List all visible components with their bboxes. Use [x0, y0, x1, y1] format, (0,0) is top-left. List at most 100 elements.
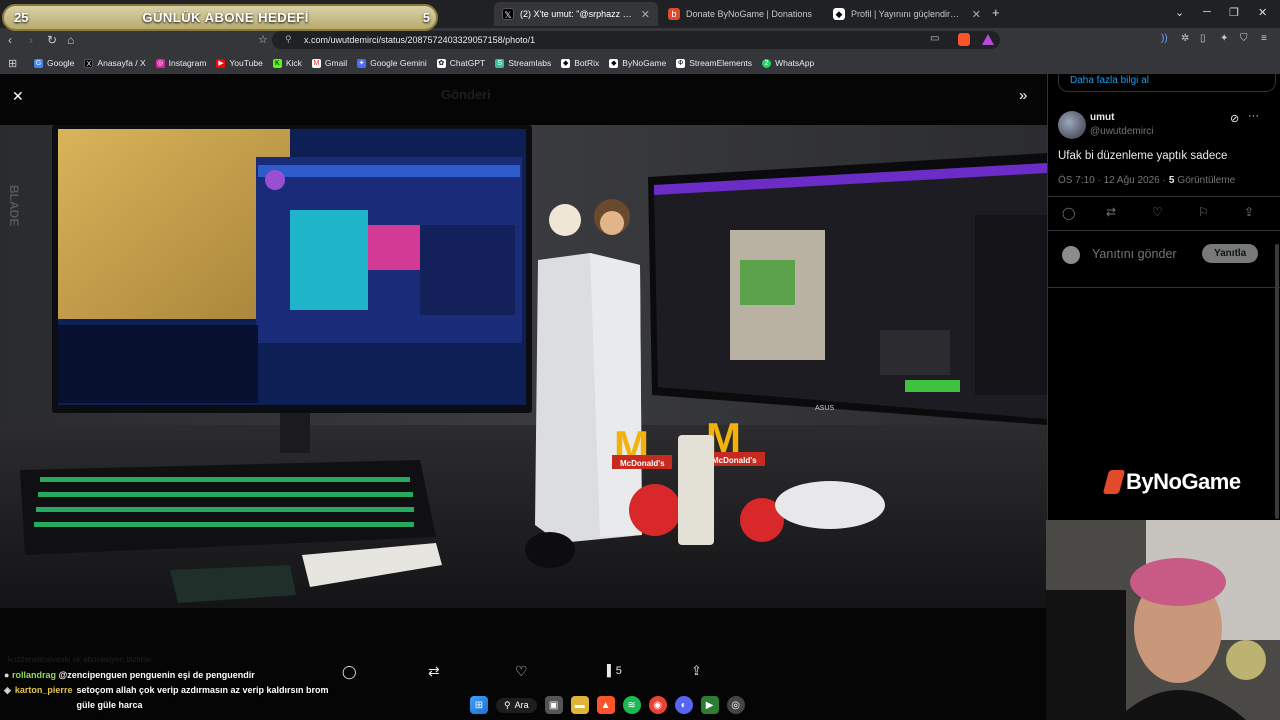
bookmark-streamlabs[interactable]: S Streamlabs	[495, 58, 551, 68]
search-icon: ⚲	[504, 699, 511, 710]
mcdonalds-sign-2-text: McDonald's	[712, 456, 757, 465]
panel-like-icon[interactable]: ♡	[1152, 205, 1163, 219]
author-name[interactable]: umut	[1090, 112, 1114, 123]
right-monitor-brand: ASUS	[815, 405, 834, 412]
mcdonalds-sign-1-text: McDonald's	[620, 459, 665, 468]
brave-shield-icon[interactable]	[958, 33, 970, 46]
new-tab-plus-icon[interactable]: +	[992, 5, 1000, 20]
bynogame-logo-text: ByNoGame	[1126, 469, 1241, 494]
panel-retweet-icon[interactable]: ⇄	[1106, 205, 1116, 219]
taskbar-search[interactable]: ⚲ Ara	[496, 697, 537, 713]
search-label: Ara	[514, 700, 529, 710]
expand-panel-icon[interactable]: »	[1019, 87, 1027, 104]
bookmark-instagram[interactable]: ◎ Instagram	[155, 58, 206, 68]
tab-x-post[interactable]: 𝕏 (2) X'te umut: "@srphazz @setoi ✕	[494, 2, 658, 26]
panel-share-icon[interactable]: ⇪	[1244, 205, 1254, 219]
url-text: x.com/uwutdemirci/status/208757240332905…	[304, 35, 536, 45]
minimize-icon[interactable]: ─	[1203, 6, 1211, 18]
panel-bookmark-icon[interactable]: ⚐	[1198, 205, 1209, 219]
bar-chart-icon: ▐	[603, 665, 611, 677]
author-handle[interactable]: @uwutdemirci	[1090, 126, 1154, 137]
close-viewer-icon[interactable]: ✕	[12, 88, 24, 105]
chat-text: @zencipenguen penguenin eşi de penguendi…	[58, 670, 255, 680]
tab-bynogame-donations[interactable]: b Donate ByNoGame | Donations	[660, 2, 824, 26]
grok-icon[interactable]: ⊘	[1230, 112, 1239, 125]
task-view-icon[interactable]: ▣	[544, 696, 563, 714]
webcam-feed	[1046, 520, 1280, 720]
bookmark-streamelements[interactable]: Ф StreamElements	[676, 58, 752, 68]
bookmark-botrix[interactable]: ◆ BotRix	[561, 58, 599, 68]
menu-icon[interactable]: ≡	[1261, 33, 1267, 44]
leo-ai-icon[interactable]: ✦	[1220, 33, 1228, 44]
windows-start-icon[interactable]: ⊞	[470, 696, 488, 714]
chrome-icon[interactable]: ◉	[648, 696, 667, 714]
tweet-views-label: Görüntüleme	[1177, 175, 1236, 186]
forward-icon[interactable]: ›	[29, 33, 33, 47]
faded-post-title: Gönderi	[441, 87, 491, 102]
brave-rewards-icon[interactable]	[982, 34, 994, 45]
x-logo-icon: X	[84, 58, 94, 68]
maximize-icon[interactable]: ❐	[1229, 6, 1239, 19]
tab-title: Donate ByNoGame | Donations	[686, 9, 812, 19]
views-stat[interactable]: ▐ 5	[603, 665, 622, 677]
file-explorer-icon[interactable]: ▬	[570, 696, 589, 714]
close-tab-icon[interactable]: ✕	[972, 8, 981, 21]
extensions-icon[interactable]: ✲	[1181, 33, 1189, 44]
botrix-icon: ◆	[561, 58, 571, 68]
bookmark-star-icon[interactable]: ☆	[258, 33, 268, 46]
bookmark-whatsapp[interactable]: 2 WhatsApp	[762, 58, 814, 68]
diamond-favicon-icon: ◆	[833, 8, 845, 20]
bookmark-chatgpt[interactable]: ✿ ChatGPT	[436, 58, 485, 68]
more-info-link[interactable]: Daha fazla bilgi al	[1070, 75, 1149, 86]
home-icon[interactable]: ⌂	[67, 33, 74, 47]
bookmark-gmail[interactable]: M Gmail	[311, 58, 347, 68]
reply-button[interactable]: Yanıtla	[1202, 244, 1259, 263]
panel-reply-icon[interactable]: ◯	[1062, 206, 1075, 220]
more-options-icon[interactable]: ···	[1248, 110, 1259, 122]
close-tab-icon[interactable]: ✕	[641, 8, 650, 21]
kick-icon: K	[272, 58, 282, 68]
tweet-panel: Daha fazla bilgi al umut @uwutdemirci ⊘ …	[1047, 70, 1280, 520]
streaming-app-icon[interactable]: ▶	[700, 696, 719, 714]
cast-icon[interactable]: ▭	[930, 33, 939, 44]
back-icon[interactable]: ‹	[8, 33, 12, 47]
bookmark-gemini[interactable]: ✦ Google Gemini	[357, 58, 427, 68]
tweet-time[interactable]: ÖS 7:10 · 12 Ağu 2026 ·	[1058, 175, 1166, 186]
right-monitor	[648, 153, 1047, 425]
webcam-overlay	[1046, 520, 1280, 720]
bookmark-kick[interactable]: K Kick	[272, 58, 302, 68]
tweet-meta: ÖS 7:10 · 12 Ağu 2026 · 5 Görüntüleme	[1058, 175, 1235, 186]
bookmark-bynogame[interactable]: ◆ ByNoGame	[609, 58, 666, 68]
reply-icon[interactable]: ◯	[342, 664, 357, 680]
chat-username: karton_pierre	[14, 685, 73, 695]
left-monitor-brand: BLADE	[7, 185, 21, 226]
like-icon[interactable]: ♡	[515, 663, 528, 680]
spotify-icon[interactable]: ≋	[622, 696, 641, 714]
reply-input[interactable]: Yanıtını gönder	[1092, 247, 1177, 261]
scrollbar[interactable]	[1275, 244, 1279, 519]
sidebar-icon[interactable]: ▯	[1200, 33, 1206, 44]
audio-playing-icon[interactable]: ))	[1161, 33, 1168, 44]
tab-search-chevron-icon[interactable]: ⌄	[1175, 6, 1184, 19]
post-photo[interactable]: M M McDonald's McDonald's BLADE ASUS	[0, 125, 1047, 608]
tab-profile[interactable]: ◆ Profil | Yayınını güçlendirmek için en…	[825, 2, 989, 26]
site-info-icon[interactable]: ⚲	[285, 34, 292, 45]
author-avatar[interactable]	[1058, 111, 1086, 139]
retweet-icon[interactable]: ⇄	[428, 663, 440, 680]
brave-browser-icon[interactable]: ▲	[596, 696, 615, 714]
share-icon[interactable]: ⇪	[691, 663, 702, 679]
discord-icon[interactable]: ◐	[674, 696, 693, 714]
reload-icon[interactable]: ↻	[47, 33, 57, 47]
goal-title: GÜNLÜK ABONE HEDEFİ	[142, 10, 309, 25]
bookmark-x[interactable]: X Anasayfa / X	[84, 58, 146, 68]
desk-setup-photo: M M McDonald's McDonald's BLADE ASUS	[0, 125, 1047, 608]
bookmark-youtube[interactable]: ▶ YouTube	[216, 58, 263, 68]
bookmark-google[interactable]: G Google	[34, 58, 74, 68]
vpn-icon[interactable]: ⛉	[1240, 33, 1248, 44]
close-window-icon[interactable]: ✕	[1258, 6, 1267, 19]
divider	[1048, 230, 1280, 231]
address-bar[interactable]: ⚲ x.com/uwutdemirci/status/2087572403329…	[272, 31, 1000, 49]
goal-target: 5	[422, 10, 430, 25]
obs-icon[interactable]: ◎	[726, 696, 745, 714]
apps-grid-icon[interactable]: ⊞	[8, 57, 17, 70]
